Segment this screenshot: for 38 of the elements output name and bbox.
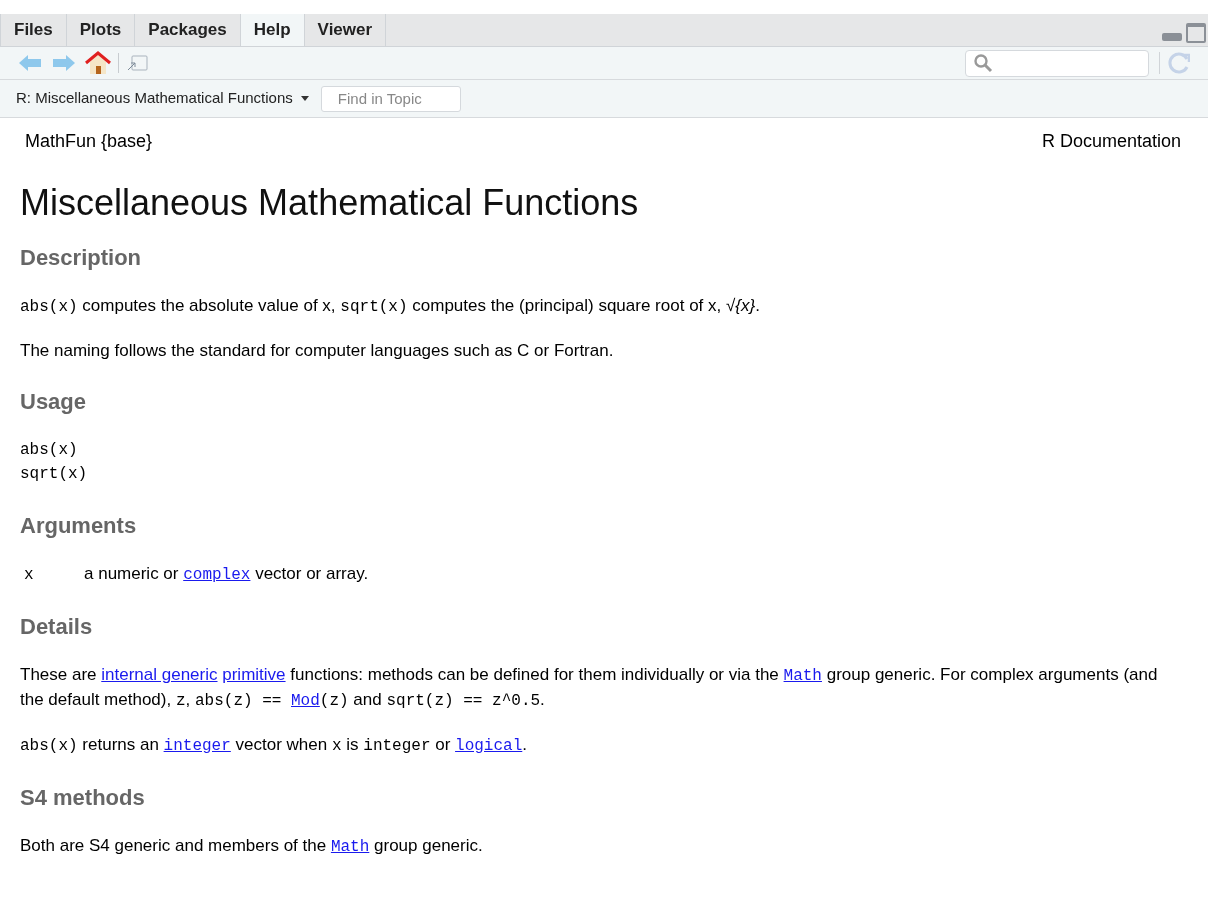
paragraph: abs(x) returns an integer vector when x is integer or logical. — [20, 734, 528, 757]
topic-dropdown[interactable]: R: Miscellaneous Mathematical Functions — [16, 87, 309, 110]
tab[interactable]: Files — [0, 14, 67, 46]
page-name: MathFun {base} — [25, 130, 153, 153]
code-link[interactable]: complex — [183, 566, 251, 584]
text-link[interactable]: internal generic — [101, 665, 218, 684]
code-link[interactable]: Math — [330, 838, 370, 856]
refresh-icon[interactable] — [1168, 51, 1190, 75]
caret-icon — [300, 96, 309, 101]
argument-name: x — [24, 565, 35, 586]
home-icon[interactable] — [85, 51, 111, 75]
forward-arrow-icon[interactable] — [52, 54, 76, 72]
text-link[interactable]: primitive — [222, 665, 286, 684]
section-heading: S4 methods — [20, 784, 146, 812]
argument-description: a numeric or complex vector or array. — [84, 563, 369, 586]
back-arrow-icon[interactable] — [18, 54, 42, 72]
tab[interactable]: Help — [240, 14, 305, 46]
code-link[interactable]: Mod — [291, 692, 320, 710]
paragraph: Both are S4 generic and members of the Math group generic. — [20, 835, 484, 858]
minimize-icon[interactable] — [1162, 33, 1182, 41]
section-heading: Usage — [20, 388, 88, 416]
code-link[interactable]: logical — [455, 737, 523, 755]
search-icon — [973, 53, 993, 73]
page-title: Miscellaneous Mathematical Functions — [20, 182, 640, 224]
maximize-icon[interactable] — [1186, 23, 1206, 43]
section-heading: Description — [20, 244, 143, 272]
usage-code-text: abs(x) sqrt(x) — [20, 440, 88, 485]
section-heading: Arguments — [20, 512, 138, 540]
paragraph: abs(x) computes the absolute value of x, sqrt(x) computes the (principal) square root of x, √{x}. — [20, 295, 761, 318]
popout-window-icon[interactable] — [126, 54, 148, 72]
find-in-topic-field[interactable]: Find in Topic — [320, 85, 461, 112]
section-heading: Details — [20, 613, 94, 641]
documentation-label: R Documentation — [1041, 130, 1181, 153]
code-link[interactable]: Math — [783, 667, 822, 685]
paragraph: These are internal generic primitive functions: methods can be defined for them individually or via the Math group generic. For complex arguments (and the default method), z, abs(z) == Mod(z) and sqrt(z) == z^0.5. — [20, 664, 1159, 712]
paragraph: The naming follows the standard for computer languages such as C or Fortran. — [20, 340, 615, 362]
code-link[interactable]: integer — [163, 737, 231, 755]
search-field[interactable] — [965, 49, 1149, 77]
